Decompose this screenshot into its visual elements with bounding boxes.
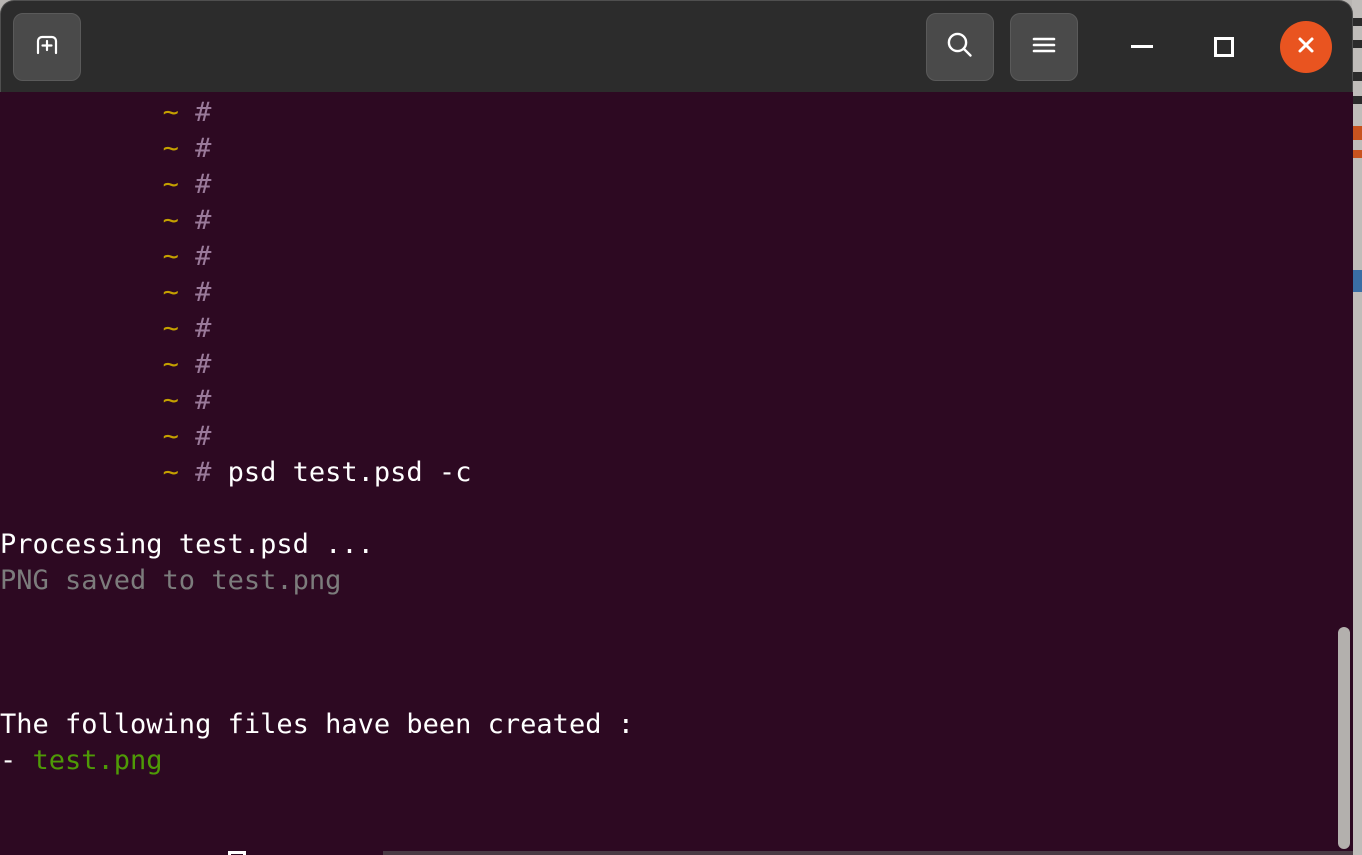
prompt-symbol: # bbox=[195, 457, 212, 488]
terminal-prompt-line: ~ # psd test.psd -c bbox=[0, 455, 1340, 491]
close-button[interactable] bbox=[1280, 20, 1332, 73]
prompt-indent bbox=[0, 457, 163, 488]
maximize-button[interactable] bbox=[1194, 17, 1254, 77]
desktop-strip-mark bbox=[1352, 40, 1362, 48]
desktop-strip-mark bbox=[1352, 150, 1362, 158]
scrollbar-thumb[interactable] bbox=[1338, 627, 1350, 849]
terminal-cursor[interactable] bbox=[227, 851, 246, 855]
new-tab-plus-icon bbox=[32, 30, 62, 64]
desktop-strip-mark bbox=[1352, 96, 1362, 104]
prompt-symbol: # bbox=[195, 169, 212, 200]
terminal-created-file-line: - test.png bbox=[0, 743, 1340, 779]
terminal-prompt-line: ~ # bbox=[0, 383, 1340, 419]
prompt-cwd: ~ bbox=[162, 205, 179, 236]
prompt-cwd: ~ bbox=[162, 169, 179, 200]
terminal-prompt-line: ~ # bbox=[0, 95, 1340, 131]
terminal-prompt-line: ~ # bbox=[0, 131, 1340, 167]
file-bullet: - bbox=[0, 745, 33, 776]
prompt-indent bbox=[0, 205, 163, 236]
terminal-output-text: The following files have been created : bbox=[0, 709, 634, 740]
terminal-prompt-line: ~ # bbox=[0, 239, 1340, 275]
prompt-indent bbox=[0, 169, 163, 200]
maximize-icon bbox=[1214, 36, 1234, 57]
prompt-cwd: ~ bbox=[162, 385, 179, 416]
terminal-line-list: ~ # ~ # ~ # ~ # ~ # ~ # ~ # ~ # ~ # ~ # … bbox=[0, 95, 1340, 855]
close-icon bbox=[1292, 31, 1320, 63]
terminal-output-line: Processing test.psd ... bbox=[0, 527, 1340, 563]
hamburger-menu-icon bbox=[1027, 28, 1061, 66]
prompt-indent bbox=[0, 241, 163, 272]
desktop-strip-mark bbox=[1352, 126, 1362, 140]
prompt-symbol: # bbox=[195, 97, 212, 128]
prompt-indent bbox=[0, 277, 163, 308]
prompt-cwd: ~ bbox=[162, 313, 179, 344]
prompt-symbol: # bbox=[195, 385, 212, 416]
terminal-output-line: PNG saved to test.png bbox=[0, 563, 1340, 599]
terminal-output-text: Processing test.psd ... bbox=[0, 529, 374, 560]
terminal-window: ~ # ~ # ~ # ~ # ~ # ~ # ~ # ~ # ~ # ~ # … bbox=[0, 0, 1353, 855]
prompt-symbol: # bbox=[195, 241, 212, 272]
terminal-scrollbar[interactable] bbox=[1335, 92, 1353, 855]
prompt-indent bbox=[0, 421, 163, 452]
terminal-prompt-line: ~ # bbox=[0, 275, 1340, 311]
desktop-strip-mark bbox=[1352, 72, 1362, 81]
prompt-cwd: ~ bbox=[162, 277, 179, 308]
prompt-cwd: ~ bbox=[162, 241, 179, 272]
prompt-symbol: # bbox=[195, 133, 212, 164]
prompt-cwd: ~ bbox=[162, 97, 179, 128]
prompt-symbol: # bbox=[195, 349, 212, 380]
terminal-output-line: The following files have been created : bbox=[0, 707, 1340, 743]
prompt-symbol: # bbox=[195, 421, 212, 452]
prompt-indent bbox=[0, 133, 163, 164]
prompt-symbol: # bbox=[195, 313, 212, 344]
window-bottom-edge bbox=[383, 851, 1353, 855]
prompt-cwd: ~ bbox=[162, 133, 179, 164]
new-tab-button[interactable] bbox=[13, 12, 81, 81]
prompt-indent bbox=[0, 313, 163, 344]
prompt-cwd: ~ bbox=[162, 349, 179, 380]
prompt-symbol: # bbox=[195, 205, 212, 236]
prompt-cwd: ~ bbox=[162, 457, 179, 488]
terminal-prompt-line: ~ # bbox=[0, 419, 1340, 455]
terminal-output-area[interactable]: ~ # ~ # ~ # ~ # ~ # ~ # ~ # ~ # ~ # ~ # … bbox=[0, 92, 1353, 855]
terminal-prompt-line: ~ # bbox=[0, 167, 1340, 203]
desktop-strip-mark bbox=[1352, 270, 1362, 292]
terminal-prompt-line: ~ # bbox=[0, 347, 1340, 383]
created-file-name: test.png bbox=[32, 745, 163, 776]
minimize-button[interactable] bbox=[1112, 17, 1172, 77]
desktop-background-strip bbox=[1352, 0, 1362, 855]
prompt-cwd: ~ bbox=[162, 421, 179, 452]
prompt-indent bbox=[0, 385, 163, 416]
search-button[interactable] bbox=[926, 12, 994, 81]
window-titlebar[interactable] bbox=[0, 0, 1353, 92]
terminal-command: psd test.psd -c bbox=[211, 457, 472, 488]
prompt-indent bbox=[0, 349, 163, 380]
minimize-icon bbox=[1131, 45, 1153, 48]
search-icon bbox=[943, 28, 977, 66]
main-menu-button[interactable] bbox=[1010, 12, 1078, 81]
terminal-prompt-line: ~ # bbox=[0, 311, 1340, 347]
prompt-indent bbox=[0, 97, 163, 128]
terminal-prompt-line: ~ # bbox=[0, 203, 1340, 239]
terminal-output-text: PNG saved to test.png bbox=[0, 565, 342, 596]
desktop-strip-mark bbox=[1352, 18, 1362, 26]
prompt-symbol: # bbox=[195, 277, 212, 308]
